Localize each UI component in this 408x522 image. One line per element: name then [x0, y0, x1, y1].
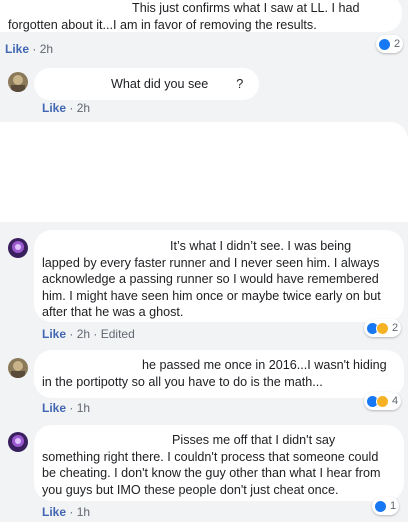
comment-meta-4: Like · 1h: [42, 401, 90, 415]
separator: ·: [32, 42, 37, 56]
comment-meta-3: Like · 2h · Edited: [42, 327, 135, 341]
separator: ·: [69, 327, 74, 341]
reaction-count: 1: [390, 500, 397, 512]
comment-meta-2: Like · 2h: [42, 101, 90, 115]
comment-text-line: after that he was a ghost.: [42, 305, 184, 319]
reaction-count: 4: [392, 395, 399, 407]
like-link[interactable]: Like: [42, 101, 66, 115]
timestamp[interactable]: 1h: [77, 401, 90, 415]
wow-reaction-icon: [376, 321, 389, 335]
like-link[interactable]: Like: [42, 505, 66, 519]
avatar[interactable]: [8, 72, 28, 92]
comment-bubble-3: It’s what I didn’t see. I was being lapp…: [34, 230, 404, 322]
haha-reaction-icon: [376, 394, 389, 408]
reaction-summary[interactable]: 2: [364, 319, 402, 337]
comment-text-line: lapped by every faster runner and I neve…: [42, 255, 380, 270]
comment-bubble-5: Pisses me off that I didn't say somethin…: [34, 425, 404, 501]
comment-text-line: What did you see ?: [111, 77, 244, 91]
reaction-summary[interactable]: 4: [364, 392, 402, 410]
like-link[interactable]: Like: [42, 401, 66, 415]
comment-text-line: you guys but IMO these people don't just…: [42, 482, 339, 497]
comment-text-line: something right there. I couldn't proces…: [42, 449, 379, 464]
avatar[interactable]: [8, 358, 28, 378]
comment-text-line: be cheating. I don't know the guy other …: [42, 466, 381, 480]
comment-text-line: This just confirms what I saw at LL. I h…: [132, 1, 360, 15]
comment-text-line: Pisses me off that I didn't say: [172, 433, 336, 447]
like-reaction-icon: [374, 499, 387, 513]
reaction-count: 2: [392, 322, 399, 334]
separator: ·: [93, 327, 98, 341]
avatar[interactable]: [8, 432, 28, 452]
like-link[interactable]: Like: [42, 327, 66, 341]
like-reaction-icon: [378, 37, 391, 51]
reaction-count: 2: [394, 38, 401, 50]
comment-bubble-2: What did you see ?: [34, 68, 259, 100]
separator: ·: [69, 401, 74, 415]
timestamp[interactable]: 2h: [77, 327, 90, 341]
blank-content-area: [0, 122, 408, 222]
comment-text-line: acknowledge a passing runner so I would …: [42, 272, 379, 286]
comment-text-line: in the portipotty so all you have to do …: [42, 374, 323, 389]
edited-label[interactable]: Edited: [101, 327, 135, 341]
reaction-summary[interactable]: 1: [372, 497, 400, 515]
comment-bubble-4: he passed me once in 2016...I wasn't hid…: [34, 350, 404, 398]
comment-text-line: forgotten about it...I am in favor of re…: [8, 17, 317, 32]
comment-text-line: him. I might have seen him once or maybe…: [42, 288, 381, 303]
separator: ·: [69, 505, 74, 519]
reaction-summary[interactable]: 2: [376, 35, 404, 53]
timestamp[interactable]: 2h: [77, 101, 90, 115]
comment-meta-5: Like · 1h: [42, 505, 90, 519]
separator: ·: [69, 101, 74, 115]
timestamp[interactable]: 1h: [77, 505, 90, 519]
avatar[interactable]: [8, 238, 28, 258]
comment-text-line: It’s what I didn’t see. I was being: [170, 239, 352, 253]
comment-meta-1: Like · 2h: [5, 42, 53, 56]
like-link[interactable]: Like: [5, 42, 29, 56]
comment-bubble-1: This just confirms what I saw at LL. I h…: [0, 0, 402, 32]
timestamp[interactable]: 2h: [40, 42, 53, 56]
comment-text-line: he passed me once in 2016...I wasn't hid…: [142, 358, 387, 372]
